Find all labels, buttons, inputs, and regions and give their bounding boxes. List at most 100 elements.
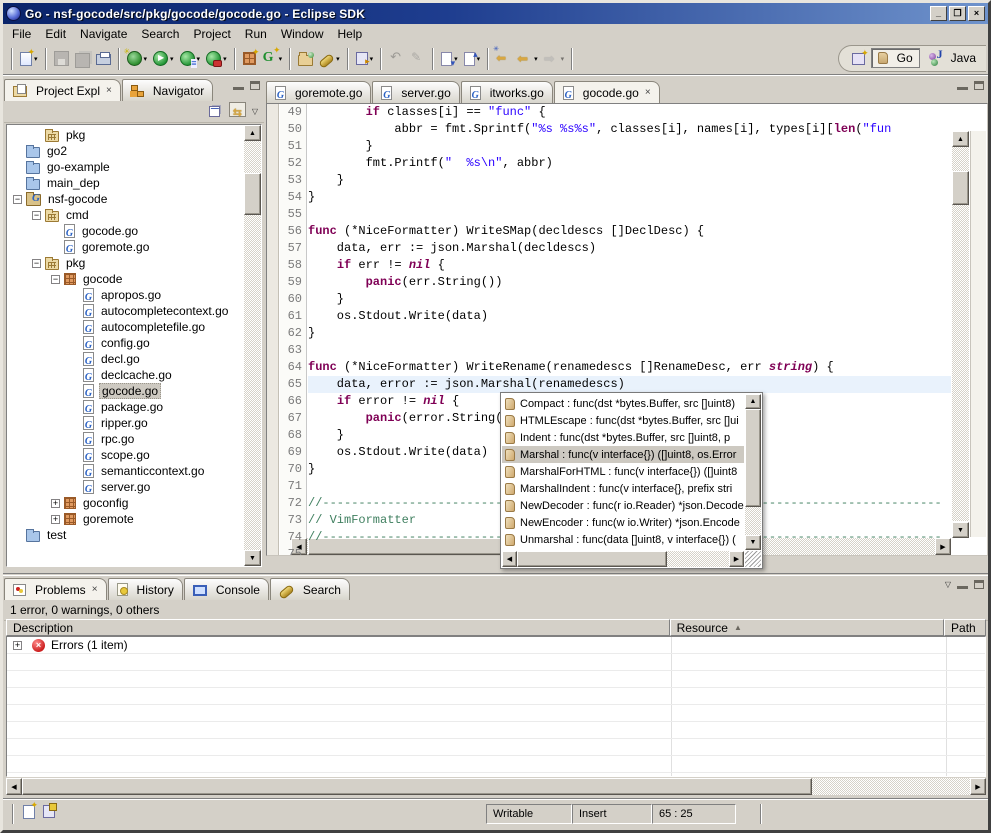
minimize-view-icon[interactable]	[233, 87, 244, 90]
editor-vscrollbar[interactable]: ▲	[952, 131, 969, 521]
annotation-ruler[interactable]	[267, 104, 279, 555]
scroll-left-icon[interactable]: ◀	[502, 551, 517, 567]
scroll-thumb[interactable]	[517, 551, 667, 567]
menu-edit[interactable]: Edit	[38, 25, 73, 43]
scroll-up-icon[interactable]: ▲	[244, 125, 261, 141]
menu-help[interactable]: Help	[331, 25, 370, 43]
tree-item-main-dep[interactable]: main_dep	[7, 175, 244, 191]
tree-expander-minus-icon[interactable]: −	[32, 211, 41, 220]
completion-item-marshal[interactable]: Marshal : func(v interface{}) ([]uint8, …	[502, 446, 744, 463]
tree-item-cmd[interactable]: −cmd	[7, 207, 244, 223]
tree-item-package-go[interactable]: package.go	[7, 399, 244, 415]
close-tab-icon[interactable]: ×	[645, 87, 651, 98]
maximize-editor-icon[interactable]	[974, 81, 984, 90]
maximize-view-icon[interactable]	[974, 580, 984, 589]
scroll-thumb[interactable]	[22, 778, 812, 795]
close-tab-icon[interactable]: ×	[106, 85, 112, 96]
scroll-thumb[interactable]	[244, 173, 261, 215]
tree-item-autocompletefile-go[interactable]: autocompletefile.go	[7, 319, 244, 335]
tree-item-goconfig[interactable]: +goconfig	[7, 495, 244, 511]
open-perspective-icon[interactable]	[850, 51, 867, 67]
maximize-view-icon[interactable]	[250, 81, 260, 90]
minimize-view-icon[interactable]	[957, 586, 968, 589]
scroll-down-icon[interactable]: ▼	[745, 535, 761, 550]
scroll-right-icon[interactable]: ▶	[970, 778, 986, 795]
tree-item-ripper-go[interactable]: ripper.go	[7, 415, 244, 431]
tab-server-go[interactable]: server.go	[372, 81, 459, 103]
tree-expander-minus-icon[interactable]: −	[32, 259, 41, 268]
tree-scrollbar[interactable]: ▲ ▼	[244, 125, 261, 566]
completion-item-compact[interactable]: Compact : func(dst *bytes.Buffer, src []…	[502, 395, 744, 412]
tree-item-gocode-go[interactable]: gocode.go	[7, 223, 244, 239]
tab-gocode-go[interactable]: gocode.go×	[554, 81, 660, 103]
popup-vscrollbar[interactable]: ▲ ▼	[745, 394, 761, 550]
undo-icon[interactable]	[387, 49, 406, 68]
completion-item-marshalindent[interactable]: MarshalIndent : func(v interface{}, pref…	[502, 480, 744, 497]
tree-item-test[interactable]: test	[7, 527, 244, 543]
scroll-up-icon[interactable]: ▲	[952, 131, 969, 147]
tab-search[interactable]: Search	[270, 578, 350, 600]
tree-item-gocode-go[interactable]: gocode.go	[7, 383, 244, 399]
completion-item-marshalforhtml[interactable]: MarshalForHTML : func(v interface{}) ([]…	[502, 463, 744, 480]
tab-history[interactable]: History	[108, 578, 183, 600]
debug-icon[interactable]: ▾	[125, 49, 150, 68]
popup-hscrollbar[interactable]: ◀ ▶	[502, 551, 744, 567]
collapse-all-icon[interactable]	[207, 104, 222, 119]
tree-expander-minus-icon[interactable]: −	[51, 275, 60, 284]
tree-expander-plus-icon[interactable]: +	[51, 515, 60, 524]
tree-item-goremote[interactable]: +goremote	[7, 511, 244, 527]
completion-item-indent[interactable]: Indent : func(dst *bytes.Buffer, src []u…	[502, 429, 744, 446]
tree-item-server-go[interactable]: server.go	[7, 479, 244, 495]
tab-problems[interactable]: Problems×	[4, 578, 107, 600]
dropdown-arrow-icon[interactable]: ▾	[170, 55, 174, 63]
tree-item-apropos-go[interactable]: apropos.go	[7, 287, 244, 303]
tree-item-config-go[interactable]: config.go	[7, 335, 244, 351]
view-menu-icon[interactable]: ▽	[945, 580, 951, 589]
next-annotation-icon[interactable]: ▾	[439, 50, 460, 68]
dropdown-arrow-icon[interactable]: ▾	[197, 55, 201, 63]
completion-item-htmlescape[interactable]: HTMLEscape : func(dst *bytes.Buffer, src…	[502, 412, 744, 429]
completion-item-newencoder[interactable]: NewEncoder : func(w io.Writer) *json.Enc…	[502, 514, 744, 531]
run-icon[interactable]: ▾	[151, 49, 176, 68]
prev-annotation-icon[interactable]: ▾	[462, 50, 483, 68]
smart-insert-icon[interactable]	[43, 805, 55, 823]
last-edit-icon[interactable]	[494, 49, 513, 68]
popup-resize-grip[interactable]	[745, 551, 761, 567]
problems-hscrollbar[interactable]: ◀ ▶	[6, 778, 986, 795]
back-icon[interactable]: ▾	[515, 49, 540, 68]
perspective-java[interactable]: Java	[923, 49, 982, 67]
tree-item-autocompletecontext-go[interactable]: autocompletecontext.go	[7, 303, 244, 319]
tree-item-nsf-gocode[interactable]: −nsf-gocode	[7, 191, 244, 207]
tab-project-expl[interactable]: Project Expl×	[4, 79, 121, 101]
fast-view-icon[interactable]	[23, 805, 35, 824]
dropdown-arrow-icon[interactable]: ▾	[370, 55, 374, 63]
tree-item-decl-go[interactable]: decl.go	[7, 351, 244, 367]
scroll-thumb[interactable]	[952, 171, 969, 205]
link-with-editor-icon[interactable]	[229, 102, 246, 121]
tree-item-declcache-go[interactable]: declcache.go	[7, 367, 244, 383]
new-wizard-icon[interactable]: ▾	[18, 50, 40, 68]
tree-item-semanticcontext-go[interactable]: semanticcontext.go	[7, 463, 244, 479]
menu-project[interactable]: Project	[186, 25, 237, 43]
tab-console[interactable]: Console	[184, 578, 269, 600]
tab-itworks-go[interactable]: itworks.go	[461, 81, 553, 103]
column-header-path[interactable]: Path	[944, 619, 986, 636]
column-header-resource[interactable]: Resource▲	[670, 619, 944, 636]
tree-item-go-example[interactable]: go-example	[7, 159, 244, 175]
new-go-application-icon[interactable]: ▾	[260, 49, 285, 68]
close-tab-icon[interactable]: ×	[92, 584, 98, 595]
completion-item-newdecoder[interactable]: NewDecoder : func(r io.Reader) *json.Dec…	[502, 497, 744, 514]
dropdown-arrow-icon[interactable]: ▾	[561, 55, 565, 63]
maximize-button[interactable]: ❒	[949, 6, 966, 21]
menu-navigate[interactable]: Navigate	[73, 25, 134, 43]
format-icon[interactable]	[408, 49, 427, 68]
save-icon[interactable]	[52, 49, 71, 68]
external-tools-icon[interactable]: ▾	[354, 50, 376, 67]
tree-item-scope-go[interactable]: scope.go	[7, 447, 244, 463]
forward-icon[interactable]: ▾	[542, 49, 567, 68]
run-history-icon[interactable]: ▾	[178, 49, 203, 68]
menu-window[interactable]: Window	[274, 25, 331, 43]
new-go-package-icon[interactable]	[241, 50, 258, 67]
tree-item-pkg[interactable]: −pkg	[7, 255, 244, 271]
open-resource-icon[interactable]	[296, 50, 315, 68]
